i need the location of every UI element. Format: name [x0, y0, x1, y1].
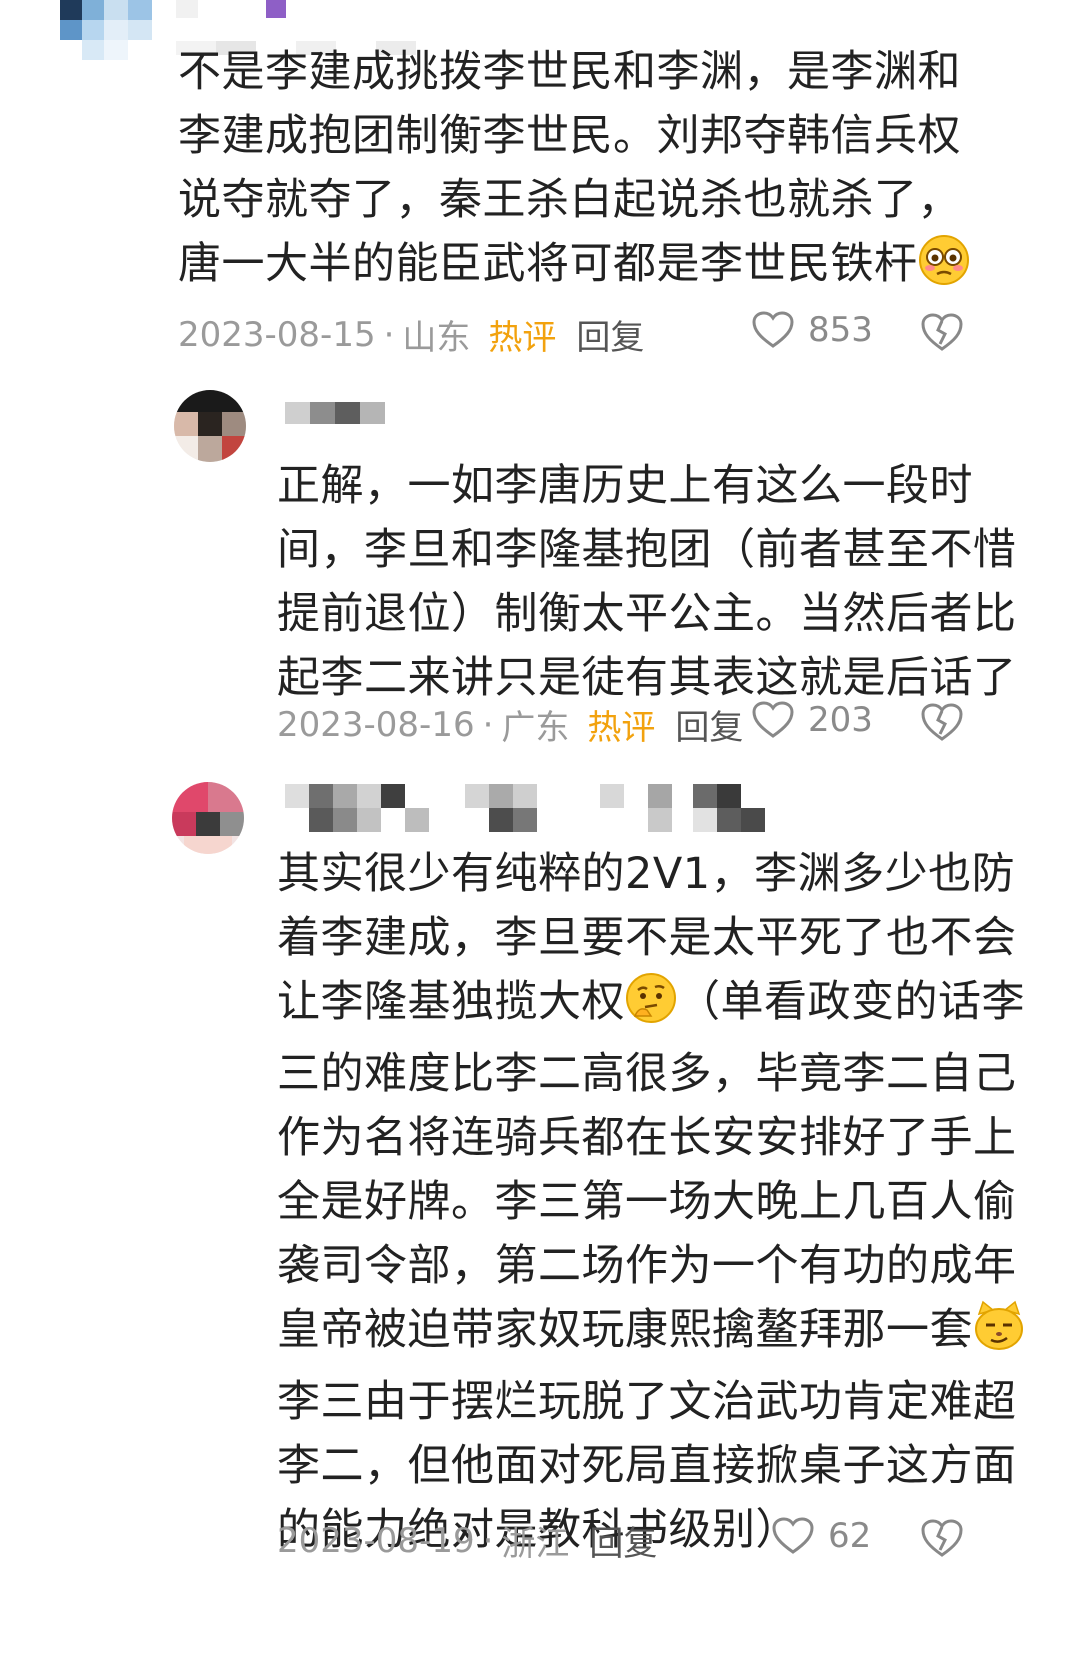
meta-separator: · [482, 1520, 494, 1561]
comment-date: 2023-08-15 [178, 314, 376, 355]
comment-line: 作为名将连骑兵都在长安安排好了手上 [277, 1113, 1017, 1163]
smirking-cat-emoji [973, 1300, 1025, 1370]
username-mosaic[interactable] [285, 784, 765, 832]
comment-line: 让李隆基独揽大权 （单看政变的话李 [277, 970, 1025, 1042]
comment-body: 其实很少有纯粹的2V1，李渊多少也防 着李建成，李旦要不是太平死了也不会 让李隆… [277, 842, 1025, 1562]
avatar[interactable] [172, 782, 244, 854]
avatar[interactable] [174, 390, 246, 462]
reply-button[interactable]: 回复 [576, 310, 644, 359]
comment-line: 唐一大半的能臣武将可都是李世民铁杆 [178, 232, 970, 304]
dislike-button[interactable] [920, 1518, 964, 1562]
meta-separator: · [482, 704, 494, 745]
like-count: 203 [808, 700, 873, 740]
comment-location: 浙江 [501, 1524, 570, 1564]
comment-body: 不是李建成挑拨李世民和李渊，是李渊和 李建成抱团制衡李世民。刘邦夺韩信兵权 说夺… [178, 40, 970, 304]
dislike-button[interactable] [920, 312, 964, 356]
username-mosaic[interactable] [285, 398, 385, 428]
comment-line: 皇帝被迫带家奴玩康熙擒鳌拜那一套 [277, 1298, 1025, 1370]
thinking-face-emoji [625, 972, 677, 1042]
like-count: 62 [828, 1516, 872, 1556]
comment-line: 其实很少有纯粹的2V1，李渊多少也防 [277, 849, 1016, 899]
broken-heart-icon [921, 313, 963, 351]
comment-line: 三的难度比李二高很多，毕竟李二自己 [277, 1049, 1017, 1099]
comment-line: 全是好牌。李三第一场大晚上几百人偷 [277, 1177, 1017, 1227]
comment-meta: 2023-08-19 · 浙江 回复 [277, 1516, 657, 1565]
heart-outline-icon [752, 701, 794, 738]
comment-line: 李二，但他面对死局直接掀桌子这方面 [277, 1441, 1017, 1491]
hot-comment-badge: 热评 [587, 708, 656, 748]
reply-button[interactable]: 回复 [589, 1516, 657, 1565]
comment-body: 正解，一如李唐历史上有这么一段时 间，李旦和李隆基抱团（前者甚至不惜 提前退位）… [277, 454, 1017, 710]
comment-2: 正解，一如李唐历史上有这么一段时 间，李旦和李隆基抱团（前者甚至不惜 提前退位）… [0, 380, 1080, 760]
comment-location: 广东 [501, 708, 570, 748]
like-button[interactable]: 62 [772, 1516, 871, 1556]
comment-line: 李建成抱团制衡李世民。刘邦夺韩信兵权 [178, 111, 961, 161]
heart-outline-icon [752, 311, 794, 348]
comment-date: 2023-08-16 [277, 704, 475, 745]
broken-heart-icon [921, 1519, 963, 1557]
comment-meta: 2023-08-16 · 广东 热评 回复 [277, 700, 743, 749]
like-count: 853 [808, 310, 873, 350]
reply-button[interactable]: 回复 [675, 700, 743, 749]
comment-date: 2023-08-19 [277, 1520, 475, 1561]
comment-line: 正解，一如李唐历史上有这么一段时 [277, 461, 973, 511]
heart-outline-icon [772, 1517, 814, 1554]
comment-line: 袭司令部，第二场作为一个有功的成年 [277, 1241, 1017, 1291]
dislike-button[interactable] [920, 702, 964, 746]
comment-1: 不是李建成挑拨李世民和李渊，是李渊和 李建成抱团制衡李世民。刘邦夺韩信兵权 说夺… [0, 0, 1080, 360]
like-button[interactable]: 853 [752, 310, 873, 350]
hot-comment-badge: 热评 [488, 318, 557, 358]
comment-line: 提前退位）制衡太平公主。当然后者比 [277, 589, 1017, 639]
comment-line: 说夺就夺了，秦王杀白起说杀也就杀了， [178, 175, 961, 225]
flushed-face-emoji [918, 234, 970, 304]
comment-line: 李三由于摆烂玩脱了文治武功肯定难超 [277, 1377, 1017, 1427]
meta-separator: · [383, 314, 395, 355]
comment-3: 其实很少有纯粹的2V1，李渊多少也防 着李建成，李旦要不是太平死了也不会 让李隆… [0, 770, 1080, 1656]
broken-heart-icon [921, 703, 963, 741]
comment-meta: 2023-08-15 · 山东 热评 回复 [178, 310, 644, 359]
comment-line: 不是李建成挑拨李世民和李渊，是李渊和 [178, 47, 961, 97]
comment-location: 山东 [402, 318, 471, 358]
comment-line: 着李建成，李旦要不是太平死了也不会 [277, 913, 1017, 963]
comment-line: 间，李旦和李隆基抱团（前者甚至不惜 [277, 525, 1017, 575]
like-button[interactable]: 203 [752, 700, 873, 740]
